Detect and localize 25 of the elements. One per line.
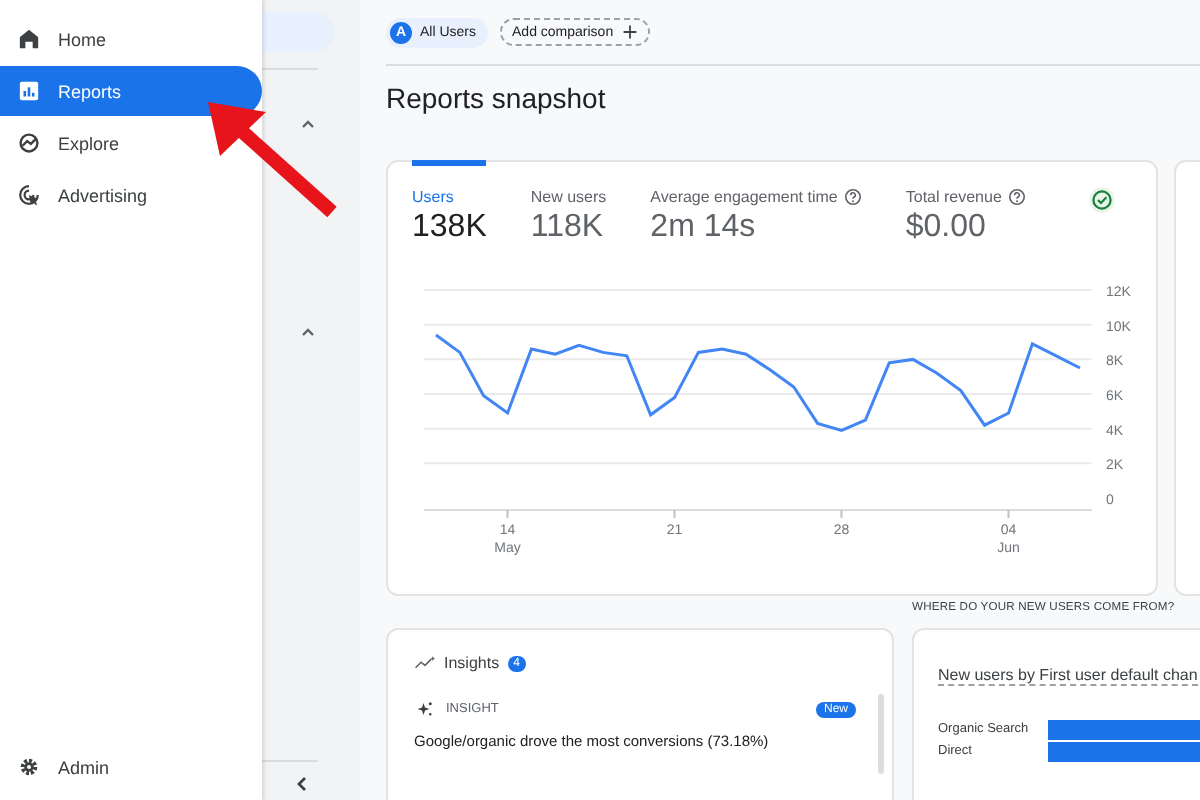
check-circle-icon [1088,186,1116,214]
page-title: Reports snapshot [386,82,608,114]
help-icon[interactable] [1007,188,1026,206]
trend-circle-icon [18,132,40,154]
metric-tab[interactable]: Total revenue $0.00 [905,160,1026,246]
admin-link[interactable]: Admin [0,742,262,792]
metric-tab[interactable]: Average engagement time 2m 14s [650,160,862,246]
scrollbar[interactable] [878,694,884,774]
help-icon[interactable] [843,188,862,206]
metric-tab[interactable]: Users 138K [412,160,487,246]
sparkle-trend-icon [414,654,436,672]
target-cursor-icon [18,184,40,206]
bar-chart-icon [18,80,40,102]
sparkle-icon [414,700,436,718]
nav-item[interactable]: Home [0,14,262,64]
card-title[interactable]: New users by First user default chan [938,666,1198,686]
nav-item[interactable]: Explore [0,118,262,168]
chevron-left-icon[interactable] [292,774,312,794]
insights-title: Insights [444,654,500,672]
nav-item[interactable]: Advertising [0,170,262,220]
settings-icon [18,756,40,778]
home-icon [18,28,40,50]
metric-tab[interactable]: New users 118K [530,160,607,246]
plus-icon [621,24,638,40]
nav-item[interactable]: Reports [0,66,262,116]
